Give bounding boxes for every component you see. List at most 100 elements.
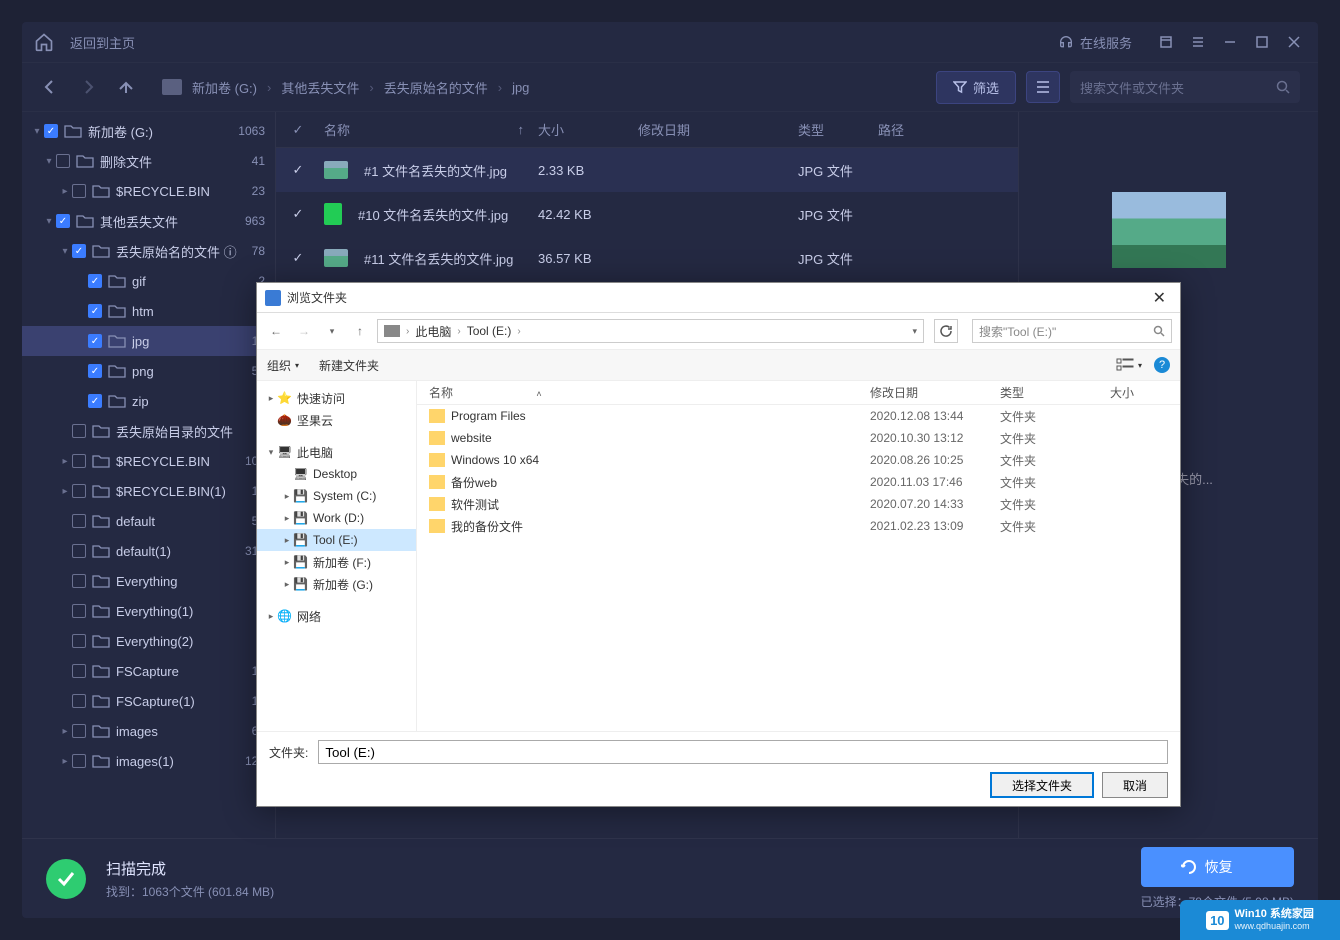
status-detail: 找到：1063个文件 (601.84 MB) [106, 883, 274, 900]
crumb-3[interactable]: jpg [512, 80, 529, 95]
tree-item[interactable]: default54 [22, 506, 275, 536]
tree-item[interactable]: ✓png57 [22, 356, 275, 386]
dlg-folder-row[interactable]: Windows 10 x642020.08.26 10:25文件夹 [417, 449, 1180, 471]
cancel-button[interactable]: 取消 [1102, 772, 1168, 798]
dlg-back-button[interactable]: ← [265, 320, 287, 342]
recover-button[interactable]: 恢复 [1141, 847, 1294, 887]
dlg-tree-item[interactable]: ▸💾Tool (E:) [257, 529, 416, 551]
dlg-col-size[interactable]: 大小 [1110, 384, 1180, 401]
back-home-link[interactable]: 返回到主页 [70, 33, 135, 52]
list-icon [1035, 79, 1051, 95]
dlg-folder-row[interactable]: 我的备份文件2021.02.23 13:09文件夹 [417, 515, 1180, 537]
crumb-2[interactable]: 丢失原始名的文件 [384, 78, 488, 97]
view-mode-dropdown[interactable]: ▾ [1116, 357, 1142, 373]
sidebar-tree[interactable]: ▾✓新加卷 (G:)1063▾删除文件41▸$RECYCLE.BIN23▾✓其他… [22, 112, 276, 838]
help-icon[interactable]: ? [1154, 357, 1170, 373]
dialog-close-button[interactable]: ✕ [1147, 288, 1172, 308]
filter-icon [953, 80, 967, 94]
tree-item[interactable]: ▾✓其他丢失文件963 [22, 206, 275, 236]
headset-icon [1058, 34, 1074, 50]
tree-item[interactable]: ▸$RECYCLE.BIN(1)13 [22, 476, 275, 506]
dialog-toolbar: 组织 ▾ 新建文件夹 ▾ ? [257, 349, 1180, 381]
menu-icon[interactable] [1186, 30, 1210, 54]
dlg-tree-item[interactable]: ▸🌐网络 [257, 605, 416, 627]
tree-item[interactable]: FSCapture(1)17 [22, 686, 275, 716]
col-size[interactable]: 大小 [538, 120, 638, 139]
folder-path-input[interactable] [318, 740, 1168, 764]
crumb-0[interactable]: 新加卷 (G:) [192, 78, 257, 97]
dlg-tree-item[interactable]: ▸💾System (C:) [257, 485, 416, 507]
tree-item[interactable]: Everything(2)8 [22, 626, 275, 656]
chevron-down-icon[interactable]: ▾ [912, 326, 917, 337]
dlg-tree-item[interactable]: ▸💾新加卷 (F:) [257, 551, 416, 573]
tree-item[interactable]: ✓jpg18 [22, 326, 275, 356]
dlg-tree-item[interactable]: 🌰坚果云 [257, 409, 416, 431]
dlg-col-name[interactable]: 名称 ˄ [417, 384, 870, 401]
drive-icon [384, 325, 400, 337]
dlg-forward-button[interactable]: → [293, 320, 315, 342]
filter-button[interactable]: 筛选 [936, 71, 1016, 104]
col-name[interactable]: 名称↑ [320, 120, 538, 139]
dlg-tree-item[interactable]: 🖥Desktop [257, 463, 416, 485]
tree-item[interactable]: ✓htm1 [22, 296, 275, 326]
tree-item[interactable]: Everything3 [22, 566, 275, 596]
dlg-folder-row[interactable]: Program Files2020.12.08 13:44文件夹 [417, 405, 1180, 427]
tree-item[interactable]: ▸$RECYCLE.BIN23 [22, 176, 275, 206]
tree-item[interactable]: ▸images63 [22, 716, 275, 746]
nav-back-button[interactable] [40, 77, 60, 97]
select-folder-button[interactable]: 选择文件夹 [990, 772, 1094, 798]
tree-item[interactable]: ✓zip1 [22, 386, 275, 416]
dlg-address-bar[interactable]: › 此电脑 › Tool (E:) › ▾ [377, 319, 924, 343]
col-type[interactable]: 类型 [798, 120, 878, 139]
tree-item[interactable]: ▸images(1)128 [22, 746, 275, 776]
file-row[interactable]: ✓#10 文件名丢失的文件.jpg42.42 KBJPG 文件 [276, 192, 1018, 236]
nav-up-button[interactable] [116, 77, 136, 97]
dlg-recent-dropdown[interactable]: ▾ [321, 320, 343, 342]
dlg-folder-row[interactable]: 软件测试2020.07.20 14:33文件夹 [417, 493, 1180, 515]
dialog-title: 浏览文件夹 [287, 289, 347, 306]
dlg-tree-item[interactable]: ▸💾新加卷 (G:) [257, 573, 416, 595]
tree-item[interactable]: FSCapture10 [22, 656, 275, 686]
close-button[interactable] [1282, 30, 1306, 54]
col-path[interactable]: 路径 [878, 120, 1018, 139]
dlg-up-button[interactable]: ↑ [349, 320, 371, 342]
browse-folder-dialog: 浏览文件夹 ✕ ← → ▾ ↑ › 此电脑 › Tool (E:) › ▾ 搜索… [256, 282, 1181, 807]
dlg-tree-item[interactable]: ▸💾Work (D:) [257, 507, 416, 529]
file-row[interactable]: ✓#1 文件名丢失的文件.jpg2.33 KBJPG 文件 [276, 148, 1018, 192]
new-folder-button[interactable]: 新建文件夹 [319, 357, 379, 374]
dlg-col-date[interactable]: 修改日期 [870, 384, 1000, 401]
tree-item[interactable]: 丢失原始目录的文件2 [22, 416, 275, 446]
nav-forward-button[interactable] [78, 77, 98, 97]
search-input[interactable]: 搜索文件或文件夹 [1070, 71, 1300, 103]
dlg-folder-row[interactable]: website2020.10.30 13:12文件夹 [417, 427, 1180, 449]
tree-item[interactable]: default(1)315 [22, 536, 275, 566]
dialog-nav: ← → ▾ ↑ › 此电脑 › Tool (E:) › ▾ 搜索"Tool (E… [257, 313, 1180, 349]
dlg-search-input[interactable]: 搜索"Tool (E:)" [972, 319, 1172, 343]
dlg-folder-row[interactable]: 备份web2020.11.03 17:46文件夹 [417, 471, 1180, 493]
organize-dropdown[interactable]: 组织 ▾ [267, 357, 299, 374]
minimize-button[interactable] [1218, 30, 1242, 54]
online-service-link[interactable]: 在线服务 [1058, 33, 1132, 52]
dlg-col-type[interactable]: 类型 [1000, 384, 1110, 401]
dlg-refresh-button[interactable] [934, 319, 958, 343]
file-row[interactable]: ✓#11 文件名丢失的文件.jpg36.57 KBJPG 文件 [276, 236, 1018, 280]
select-all-checkbox[interactable]: ✓ [293, 122, 304, 138]
tree-item[interactable]: Everything(1)4 [22, 596, 275, 626]
crumb-1[interactable]: 其他丢失文件 [281, 78, 359, 97]
maximize-button[interactable] [1250, 30, 1274, 54]
dlg-tree-item[interactable]: ▾🖥此电脑 [257, 441, 416, 463]
tree-item[interactable]: ✓gif2 [22, 266, 275, 296]
dialog-footer: 文件夹: 选择文件夹 取消 [257, 731, 1180, 806]
folder-label: 文件夹: [269, 744, 308, 761]
tree-item[interactable]: ▸$RECYCLE.BIN109 [22, 446, 275, 476]
tree-item[interactable]: ▾✓丢失原始名的文件 ⓘ78 [22, 236, 275, 266]
col-date[interactable]: 修改日期 [638, 120, 798, 139]
view-toggle-button[interactable] [1026, 71, 1060, 103]
pin-icon[interactable] [1154, 30, 1178, 54]
dlg-tree-item[interactable]: ▸⭐快速访问 [257, 387, 416, 409]
home-icon[interactable] [34, 32, 54, 52]
status-title: 扫描完成 [106, 858, 274, 879]
tree-item[interactable]: ▾删除文件41 [22, 146, 275, 176]
dlg-folder-tree[interactable]: ▸⭐快速访问🌰坚果云 ▾🖥此电脑🖥Desktop▸💾System (C:)▸💾Wo… [257, 381, 417, 731]
tree-item[interactable]: ▾✓新加卷 (G:)1063 [22, 116, 275, 146]
